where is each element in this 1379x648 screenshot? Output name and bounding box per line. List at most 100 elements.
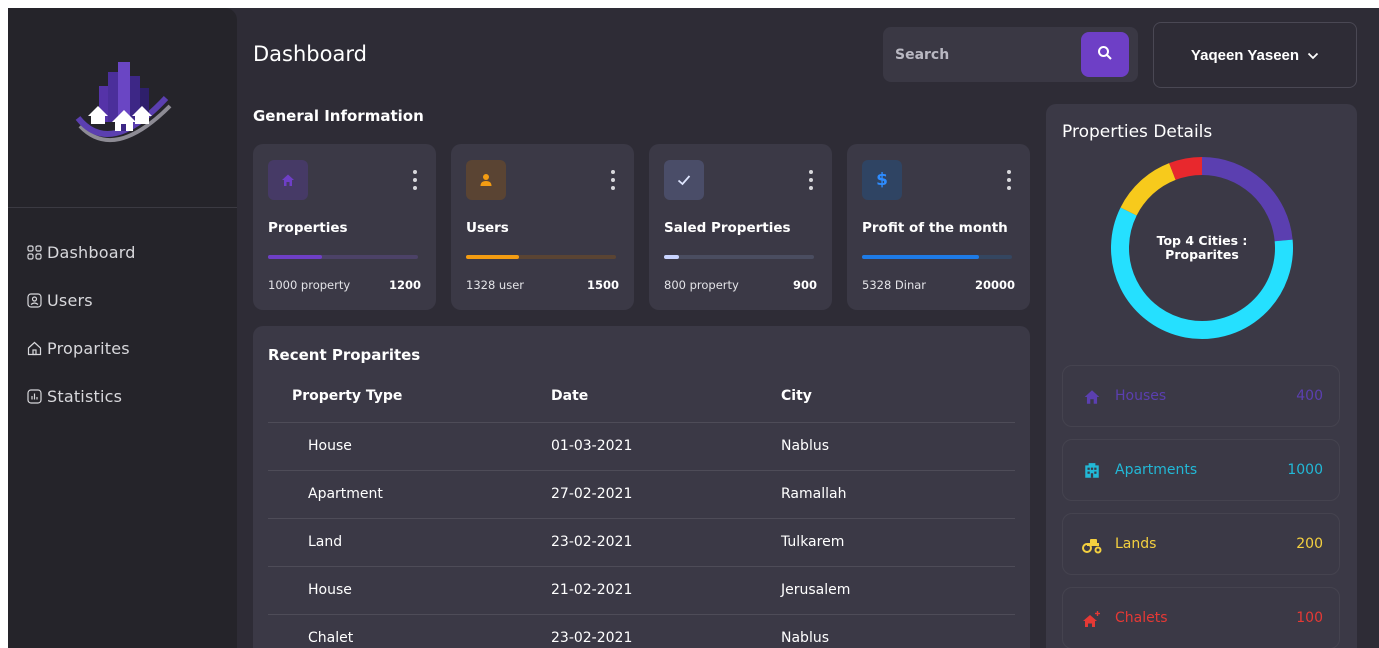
cell-city: Tulkarem: [781, 518, 1015, 567]
donut-slice-apartments[interactable]: [1111, 207, 1293, 339]
table-row[interactable]: House 21-02-2021 Jerusalem: [268, 566, 1015, 615]
check-icon: [664, 160, 704, 200]
dollar-icon: $: [862, 160, 902, 200]
properties-details-panel: Properties Details Top 4 Cities : Propar…: [1046, 104, 1357, 648]
more-options-icon[interactable]: [412, 170, 418, 190]
card-total-value: 1500: [586, 278, 619, 292]
search-button[interactable]: [1081, 32, 1129, 77]
cell-date: 21-02-2021: [551, 566, 781, 615]
property-type-houses[interactable]: Houses 400: [1062, 365, 1340, 427]
recent-table: Property Type Date City House 01-03-2021…: [268, 370, 1015, 648]
property-type-value: 200: [1296, 536, 1323, 552]
stat-card-profit: $ Profit of the month 5328 Dinar 20000: [847, 144, 1030, 310]
table-row[interactable]: Chalet 23-02-2021 Nablus: [268, 614, 1015, 648]
recent-proparites-panel: Recent Proparites Property Type Date Cit…: [253, 326, 1030, 648]
card-current-value: 5328 Dinar: [862, 278, 927, 292]
card-title: Users: [466, 220, 509, 236]
table-header-row: Property Type Date City: [268, 370, 1015, 423]
tractor-icon: [1081, 534, 1103, 556]
column-header-property-type[interactable]: Property Type: [268, 370, 551, 423]
column-header-city[interactable]: City: [781, 370, 1015, 423]
property-type-value: 100: [1296, 610, 1323, 626]
app-logo[interactable]: [74, 54, 174, 150]
home-icon: [26, 340, 42, 356]
progress-fill: [268, 255, 322, 259]
house-icon: [268, 160, 308, 200]
donut-slice-chalets[interactable]: [1169, 157, 1203, 181]
donut-label-line2: Proparites: [1165, 247, 1239, 262]
property-type-label: Chalets: [1115, 610, 1168, 626]
progress-bar: [268, 255, 418, 259]
table-row[interactable]: Land 23-02-2021 Tulkarem: [268, 518, 1015, 567]
table-row[interactable]: Apartment 27-02-2021 Ramallah: [268, 470, 1015, 519]
progress-fill: [664, 255, 679, 259]
card-total-value: 1200: [388, 278, 421, 292]
chart-icon: [26, 388, 42, 404]
cell-date: 23-02-2021: [551, 614, 781, 648]
person-icon: [466, 160, 506, 200]
sidebar: Dashboard Users Proparites Statistics: [8, 8, 237, 648]
sidebar-item-users[interactable]: Users: [8, 276, 237, 324]
sidebar-item-statistics[interactable]: Statistics: [8, 372, 237, 420]
cell-property-type: House: [268, 566, 551, 615]
chalet-icon: [1081, 608, 1103, 630]
sidebar-item-label: Dashboard: [47, 242, 136, 262]
card-current-value: 1000 property: [268, 278, 351, 292]
cell-date: 01-03-2021: [551, 422, 781, 471]
search-icon: [1097, 45, 1113, 64]
progress-fill: [862, 255, 979, 259]
property-type-lands[interactable]: Lands 200: [1062, 513, 1340, 575]
user-name: Yaqeen Yaseen: [1190, 46, 1300, 64]
property-type-label: Lands: [1115, 536, 1157, 552]
property-type-label: Apartments: [1115, 462, 1198, 478]
cell-property-type: Apartment: [268, 470, 551, 519]
cell-property-type: Land: [268, 518, 551, 567]
card-current-value: 800 property: [664, 278, 739, 292]
sidebar-nav: Dashboard Users Proparites Statistics: [8, 228, 237, 420]
progress-bar: [466, 255, 616, 259]
cell-city: Nablus: [781, 614, 1015, 648]
cell-property-type: House: [268, 422, 551, 471]
card-title: Properties: [268, 220, 348, 236]
cell-date: 23-02-2021: [551, 518, 781, 567]
search-box: [883, 27, 1138, 82]
stat-card-saled-properties: Saled Properties 800 property 900: [649, 144, 832, 310]
progress-bar: [664, 255, 814, 259]
more-options-icon[interactable]: [808, 170, 814, 190]
users-icon: [26, 292, 42, 308]
grid-icon: [26, 244, 42, 260]
more-options-icon[interactable]: [1006, 170, 1012, 190]
sidebar-divider: [8, 207, 237, 208]
column-header-date[interactable]: Date: [551, 370, 781, 423]
details-title: Properties Details: [1062, 122, 1213, 142]
more-options-icon[interactable]: [610, 170, 616, 190]
donut-slice-lands[interactable]: [1120, 163, 1176, 216]
property-type-apartments[interactable]: Apartments 1000: [1062, 439, 1340, 501]
card-total-value: 20000: [974, 278, 1015, 292]
sidebar-item-proparites[interactable]: Proparites: [8, 324, 237, 372]
table-row[interactable]: House 01-03-2021 Nablus: [268, 422, 1015, 471]
user-menu-button[interactable]: Yaqeen Yaseen: [1153, 22, 1357, 88]
cell-city: Ramallah: [781, 470, 1015, 519]
sidebar-item-dashboard[interactable]: Dashboard: [8, 228, 237, 276]
search-input[interactable]: [883, 27, 1083, 82]
donut-label-line1: Top 4 Cities :: [1156, 233, 1248, 248]
chevron-down-icon: [1307, 48, 1319, 63]
building-icon: [1081, 460, 1103, 482]
sidebar-item-label: Proparites: [47, 338, 130, 358]
donut-slice-houses[interactable]: [1201, 157, 1293, 242]
section-title-general: General Information: [253, 107, 424, 125]
app-frame: Dashboard Users Proparites Statistics Da…: [8, 8, 1379, 648]
property-type-value: 1000: [1287, 462, 1323, 478]
cell-property-type: Chalet: [268, 614, 551, 648]
house-icon: [1081, 386, 1103, 408]
property-type-label: Houses: [1115, 388, 1167, 404]
page-title: Dashboard: [253, 42, 367, 66]
progress-bar: [862, 255, 1012, 259]
sidebar-item-label: Statistics: [47, 386, 123, 406]
donut-center-label: Top 4 Cities : Proparites: [1132, 234, 1272, 262]
property-type-chalets[interactable]: Chalets 100: [1062, 587, 1340, 648]
cell-city: Nablus: [781, 422, 1015, 471]
card-title: Saled Properties: [664, 220, 791, 236]
cell-city: Jerusalem: [781, 566, 1015, 615]
